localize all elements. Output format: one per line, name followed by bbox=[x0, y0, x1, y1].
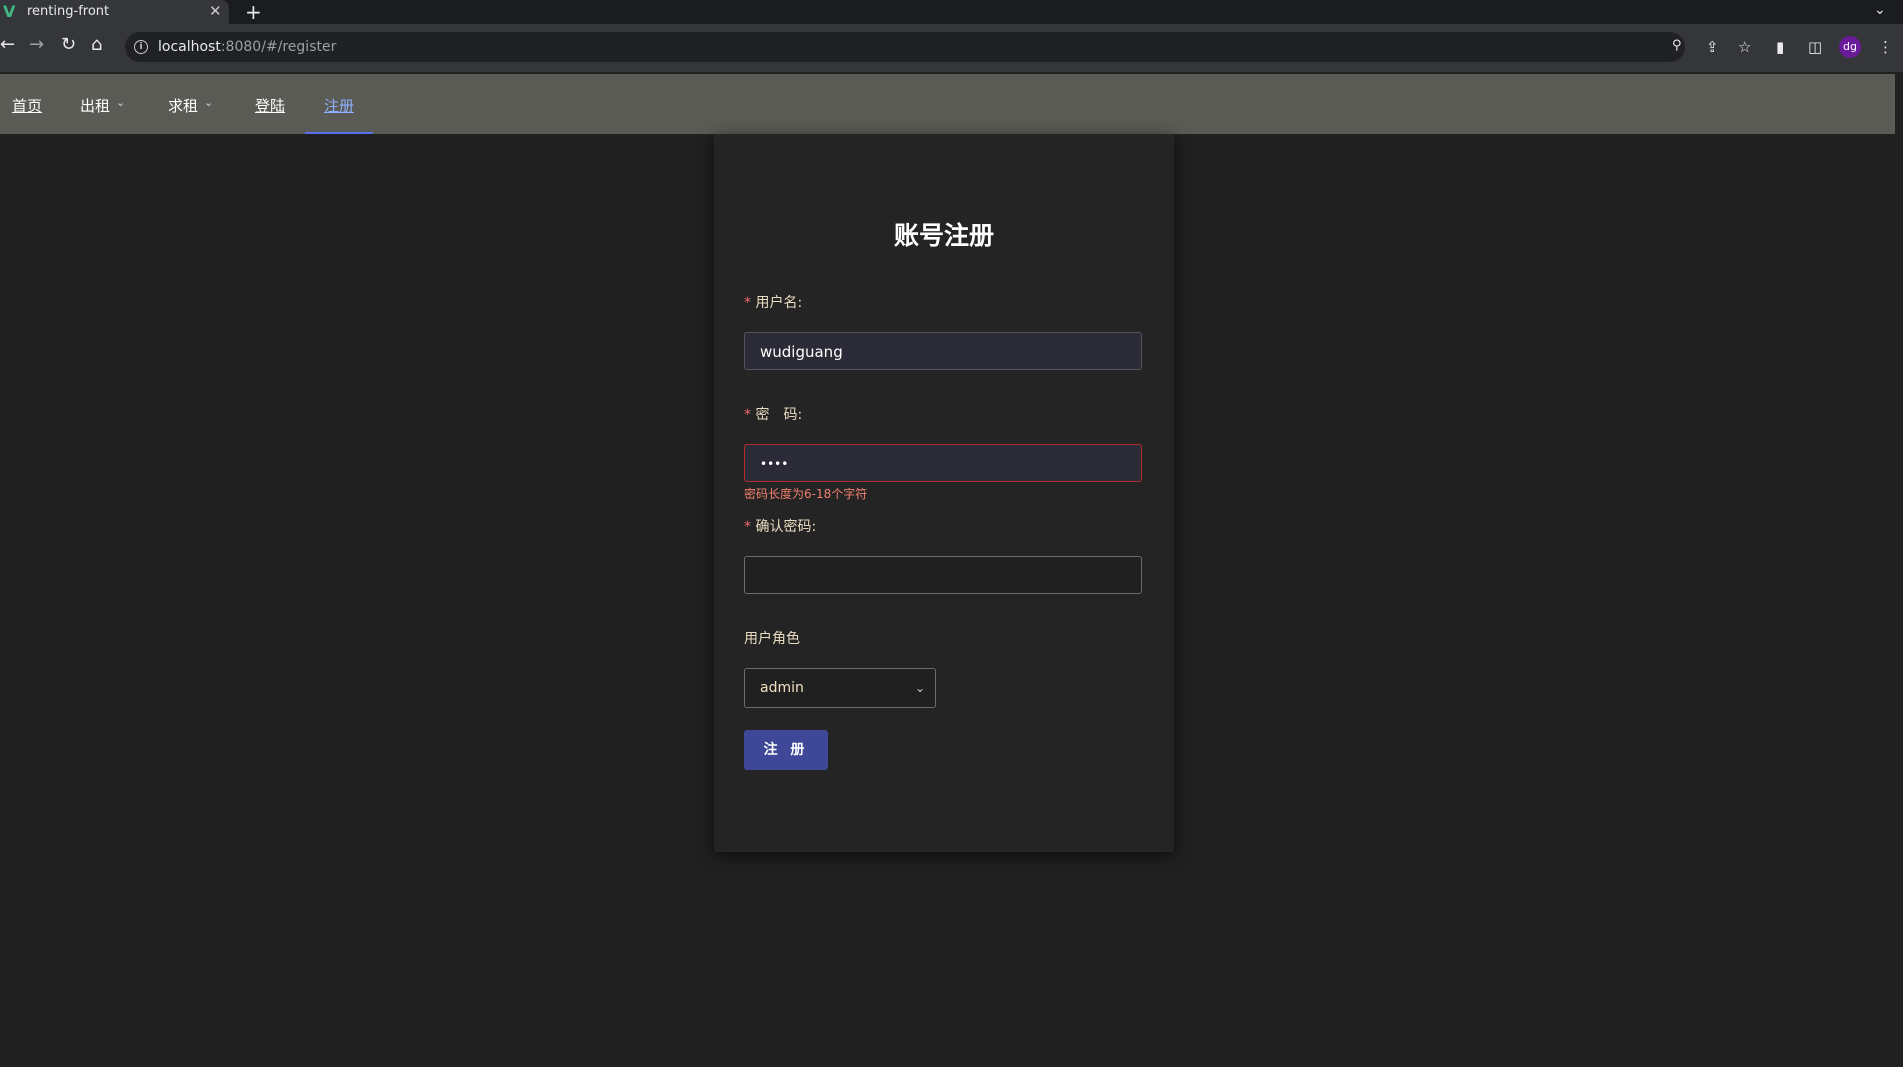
url-text[interactable]: localhost:8080/#/register bbox=[158, 39, 336, 55]
sidepanel-icon[interactable]: ◫ bbox=[1808, 38, 1822, 56]
share-icon[interactable]: ⇪ bbox=[1706, 38, 1719, 56]
back-icon[interactable]: ← bbox=[0, 34, 15, 55]
tab-search-chevron-icon[interactable]: ⌄ bbox=[1874, 2, 1886, 18]
browser-tab[interactable]: V renting-front ✕ bbox=[0, 0, 229, 24]
browser-toolbar: ← → ↻ ⌂ i localhost:8080/#/register ⚲ ⇪ … bbox=[0, 24, 1903, 72]
vue-favicon-icon: V bbox=[3, 2, 16, 21]
chevron-down-icon: ⌄ bbox=[116, 96, 126, 109]
register-card: 账号注册 * 用户名: wudiguang * 密 码: •••• 密码长度为6… bbox=[714, 134, 1174, 852]
app-navbar: 首页 出租 ⌄ 求租 ⌄ 登陆 注册 bbox=[0, 74, 1895, 134]
close-tab-icon[interactable]: ✕ bbox=[209, 2, 222, 20]
register-button[interactable]: 注 册 bbox=[744, 730, 828, 770]
key-icon[interactable]: ⚲ bbox=[1672, 38, 1682, 53]
page-title: 账号注册 bbox=[893, 221, 994, 250]
profile-avatar[interactable]: dg bbox=[1839, 36, 1861, 58]
confirm-password-label: * 确认密码: bbox=[744, 519, 817, 535]
nav-rent-out[interactable]: 出租 bbox=[80, 95, 110, 116]
role-select[interactable]: admin ⌄ bbox=[744, 668, 936, 708]
confirm-password-input[interactable] bbox=[744, 556, 1142, 594]
nav-login[interactable]: 登陆 bbox=[255, 95, 285, 116]
username-label: * 用户名: bbox=[744, 295, 803, 311]
address-bar[interactable]: i localhost:8080/#/register bbox=[125, 32, 1685, 62]
password-input[interactable]: •••• bbox=[744, 444, 1142, 482]
nav-seek-rent[interactable]: 求租 bbox=[168, 95, 198, 116]
role-selected-value: admin bbox=[760, 680, 804, 696]
nav-home[interactable]: 首页 bbox=[12, 95, 42, 116]
home-icon[interactable]: ⌂ bbox=[91, 34, 102, 55]
username-input[interactable]: wudiguang bbox=[744, 332, 1142, 370]
chevron-down-icon: ⌄ bbox=[914, 681, 925, 695]
reload-icon[interactable]: ↻ bbox=[61, 34, 76, 55]
tab-title: renting-front bbox=[27, 4, 110, 19]
tab-strip: V renting-front ✕ + ⌄ bbox=[0, 0, 1903, 24]
forward-icon[interactable]: → bbox=[29, 34, 44, 55]
menu-icon[interactable]: ⋮ bbox=[1878, 38, 1893, 56]
active-nav-indicator bbox=[305, 132, 373, 134]
password-label: * 密 码: bbox=[744, 407, 803, 423]
password-error-message: 密码长度为6-18个字符 bbox=[744, 487, 868, 501]
info-icon[interactable]: i bbox=[134, 40, 148, 54]
chevron-down-icon: ⌄ bbox=[204, 96, 214, 109]
star-icon[interactable]: ☆ bbox=[1738, 38, 1751, 56]
new-tab-icon[interactable]: + bbox=[245, 0, 262, 24]
nav-register[interactable]: 注册 bbox=[324, 95, 354, 116]
extensions-icon[interactable]: ▮ bbox=[1776, 38, 1784, 56]
role-label: 用户角色 bbox=[744, 631, 800, 647]
